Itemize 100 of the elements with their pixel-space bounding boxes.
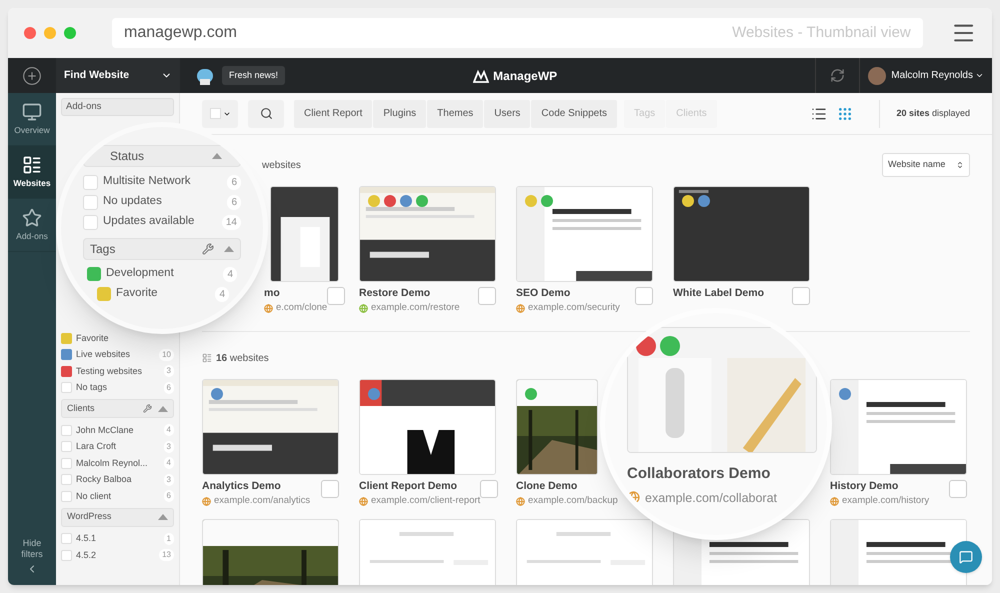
site-title[interactable]: Client Report Demo xyxy=(359,480,458,494)
site-title[interactable]: Collaborators Demo xyxy=(627,463,817,486)
add-icon[interactable] xyxy=(22,66,42,86)
tag-swatch[interactable] xyxy=(87,267,101,281)
rail-item[interactable]: Websites xyxy=(8,146,56,199)
wrench-icon[interactable] xyxy=(143,404,152,413)
site-url[interactable]: example.com/analytics xyxy=(214,494,310,508)
select-checkbox[interactable] xyxy=(478,287,496,305)
site-url[interactable]: e.com/clone xyxy=(276,301,328,316)
sites-count: 20 sites displayed xyxy=(896,106,970,120)
site-url[interactable]: example.com/history xyxy=(842,494,930,508)
collapse-icon[interactable] xyxy=(212,153,222,159)
tag-label[interactable]: Testing websites xyxy=(76,364,160,378)
filter-label[interactable]: John McClane xyxy=(76,424,160,437)
select-checkbox[interactable] xyxy=(321,480,339,498)
count-badge: 14 xyxy=(222,214,241,230)
grid-view-icon[interactable] xyxy=(837,106,854,122)
select-checkbox[interactable] xyxy=(949,480,967,498)
logo-icon xyxy=(473,68,490,82)
select-all-dropdown[interactable] xyxy=(202,100,238,128)
site-url[interactable]: example.com/security xyxy=(528,301,620,316)
filter-checkbox[interactable] xyxy=(61,441,72,452)
site-title[interactable]: History Demo xyxy=(830,480,898,494)
minimize-window-icon[interactable] xyxy=(44,27,56,39)
filter-checkbox[interactable] xyxy=(61,533,72,544)
site-title[interactable]: SEO Demo xyxy=(516,287,570,300)
count-badge: 10 xyxy=(159,348,174,361)
filter-checkbox[interactable] xyxy=(83,194,98,210)
tag-swatch[interactable] xyxy=(61,349,72,360)
toolbar-button[interactable]: Themes xyxy=(427,100,484,128)
site-url[interactable]: example.com/client-report xyxy=(371,494,480,508)
filter-label[interactable]: 4.5.2 xyxy=(76,548,156,562)
section-heading: 16 websites xyxy=(216,352,269,366)
avatar xyxy=(868,66,886,84)
filter-label[interactable]: Updates available xyxy=(103,213,217,231)
filter-checkbox[interactable] xyxy=(61,550,72,561)
filter-checkbox[interactable] xyxy=(61,424,72,436)
tag-label[interactable]: Live websites xyxy=(76,348,156,362)
filter-label[interactable]: No updates xyxy=(103,193,222,211)
toolbar-button[interactable]: Client Report xyxy=(294,100,372,128)
filter-label[interactable]: Rocky Balboa xyxy=(76,473,160,486)
hide-filters-button[interactable]: Hide filters xyxy=(12,538,52,560)
filter-label[interactable]: 4.5.1 xyxy=(76,532,160,546)
find-website-dropdown[interactable]: Find Website xyxy=(56,58,180,93)
filter-group-header[interactable]: Clients xyxy=(61,399,174,418)
tag-label[interactable]: Favorite xyxy=(76,332,174,345)
count-badge: 13 xyxy=(159,549,174,562)
refresh-icon[interactable] xyxy=(830,68,846,83)
sort-select[interactable]: Website name xyxy=(882,153,970,177)
toolbar-button[interactable]: Code Snippets xyxy=(531,100,618,128)
select-checkbox[interactable] xyxy=(635,287,653,305)
count-badge: 6 xyxy=(227,194,241,210)
site-url[interactable]: example.com/backup xyxy=(528,494,618,508)
site-title[interactable]: mo xyxy=(264,287,280,300)
close-window-icon[interactable] xyxy=(24,27,36,39)
toolbar-button[interactable]: Users xyxy=(484,100,530,128)
filter-group-header[interactable]: Status xyxy=(83,145,241,167)
caret-icon xyxy=(975,71,984,80)
collapse-icon[interactable] xyxy=(224,246,234,252)
site-url[interactable]: example.com/restore xyxy=(371,301,460,316)
select-checkbox[interactable] xyxy=(792,287,810,305)
site-title[interactable]: Analytics Demo xyxy=(202,480,281,494)
filter-group-header[interactable]: WordPress xyxy=(61,508,174,526)
list-view-icon[interactable] xyxy=(811,106,828,122)
brand-name: ManageWP xyxy=(493,68,558,84)
filter-label[interactable]: Lara Croft xyxy=(76,440,160,454)
toolbar-button[interactable]: Plugins xyxy=(373,100,426,128)
user-menu[interactable]: Malcolm Reynolds xyxy=(891,68,984,83)
filter-label[interactable]: Multisite Network xyxy=(103,173,222,191)
tag-label[interactable]: No tags xyxy=(76,381,160,394)
site-url[interactable]: example.com/collaborat xyxy=(645,488,778,508)
select-checkbox[interactable] xyxy=(327,287,346,305)
select-checkbox[interactable] xyxy=(480,480,498,498)
tag-swatch[interactable] xyxy=(97,287,111,301)
tag-label[interactable]: Development xyxy=(106,265,218,283)
filter-label[interactable]: Malcolm Reynol... xyxy=(76,456,160,470)
collapse-icon[interactable] xyxy=(158,406,168,412)
filter-checkbox[interactable] xyxy=(61,490,72,502)
tag-label[interactable]: Favorite xyxy=(116,285,210,303)
search-button[interactable] xyxy=(248,100,284,128)
tag-swatch[interactable] xyxy=(61,332,72,344)
count-badge: 3 xyxy=(164,440,174,453)
filter-checkbox[interactable] xyxy=(61,458,72,469)
wrench-icon[interactable] xyxy=(202,243,214,255)
filter-group-header[interactable]: Tags xyxy=(83,238,241,260)
site-title[interactable]: Restore Demo xyxy=(359,287,430,300)
maximize-window-icon[interactable] xyxy=(64,27,76,39)
filter-label[interactable]: No client xyxy=(76,490,160,503)
site-title[interactable]: White Label Demo xyxy=(673,287,764,300)
count-badge: 4 xyxy=(215,286,229,302)
news-tooltip[interactable]: Fresh news! xyxy=(222,66,286,86)
addons-dropdown[interactable]: Add-ons xyxy=(61,98,174,116)
filter-checkbox[interactable] xyxy=(83,214,98,230)
filter-checkbox[interactable] xyxy=(83,174,98,190)
site-title[interactable]: Clone Demo xyxy=(516,480,578,494)
tag-swatch[interactable] xyxy=(61,382,72,394)
filter-checkbox[interactable] xyxy=(61,474,72,486)
tag-swatch[interactable] xyxy=(61,366,72,377)
collapse-icon[interactable] xyxy=(158,514,168,520)
caret-icon xyxy=(956,161,964,169)
